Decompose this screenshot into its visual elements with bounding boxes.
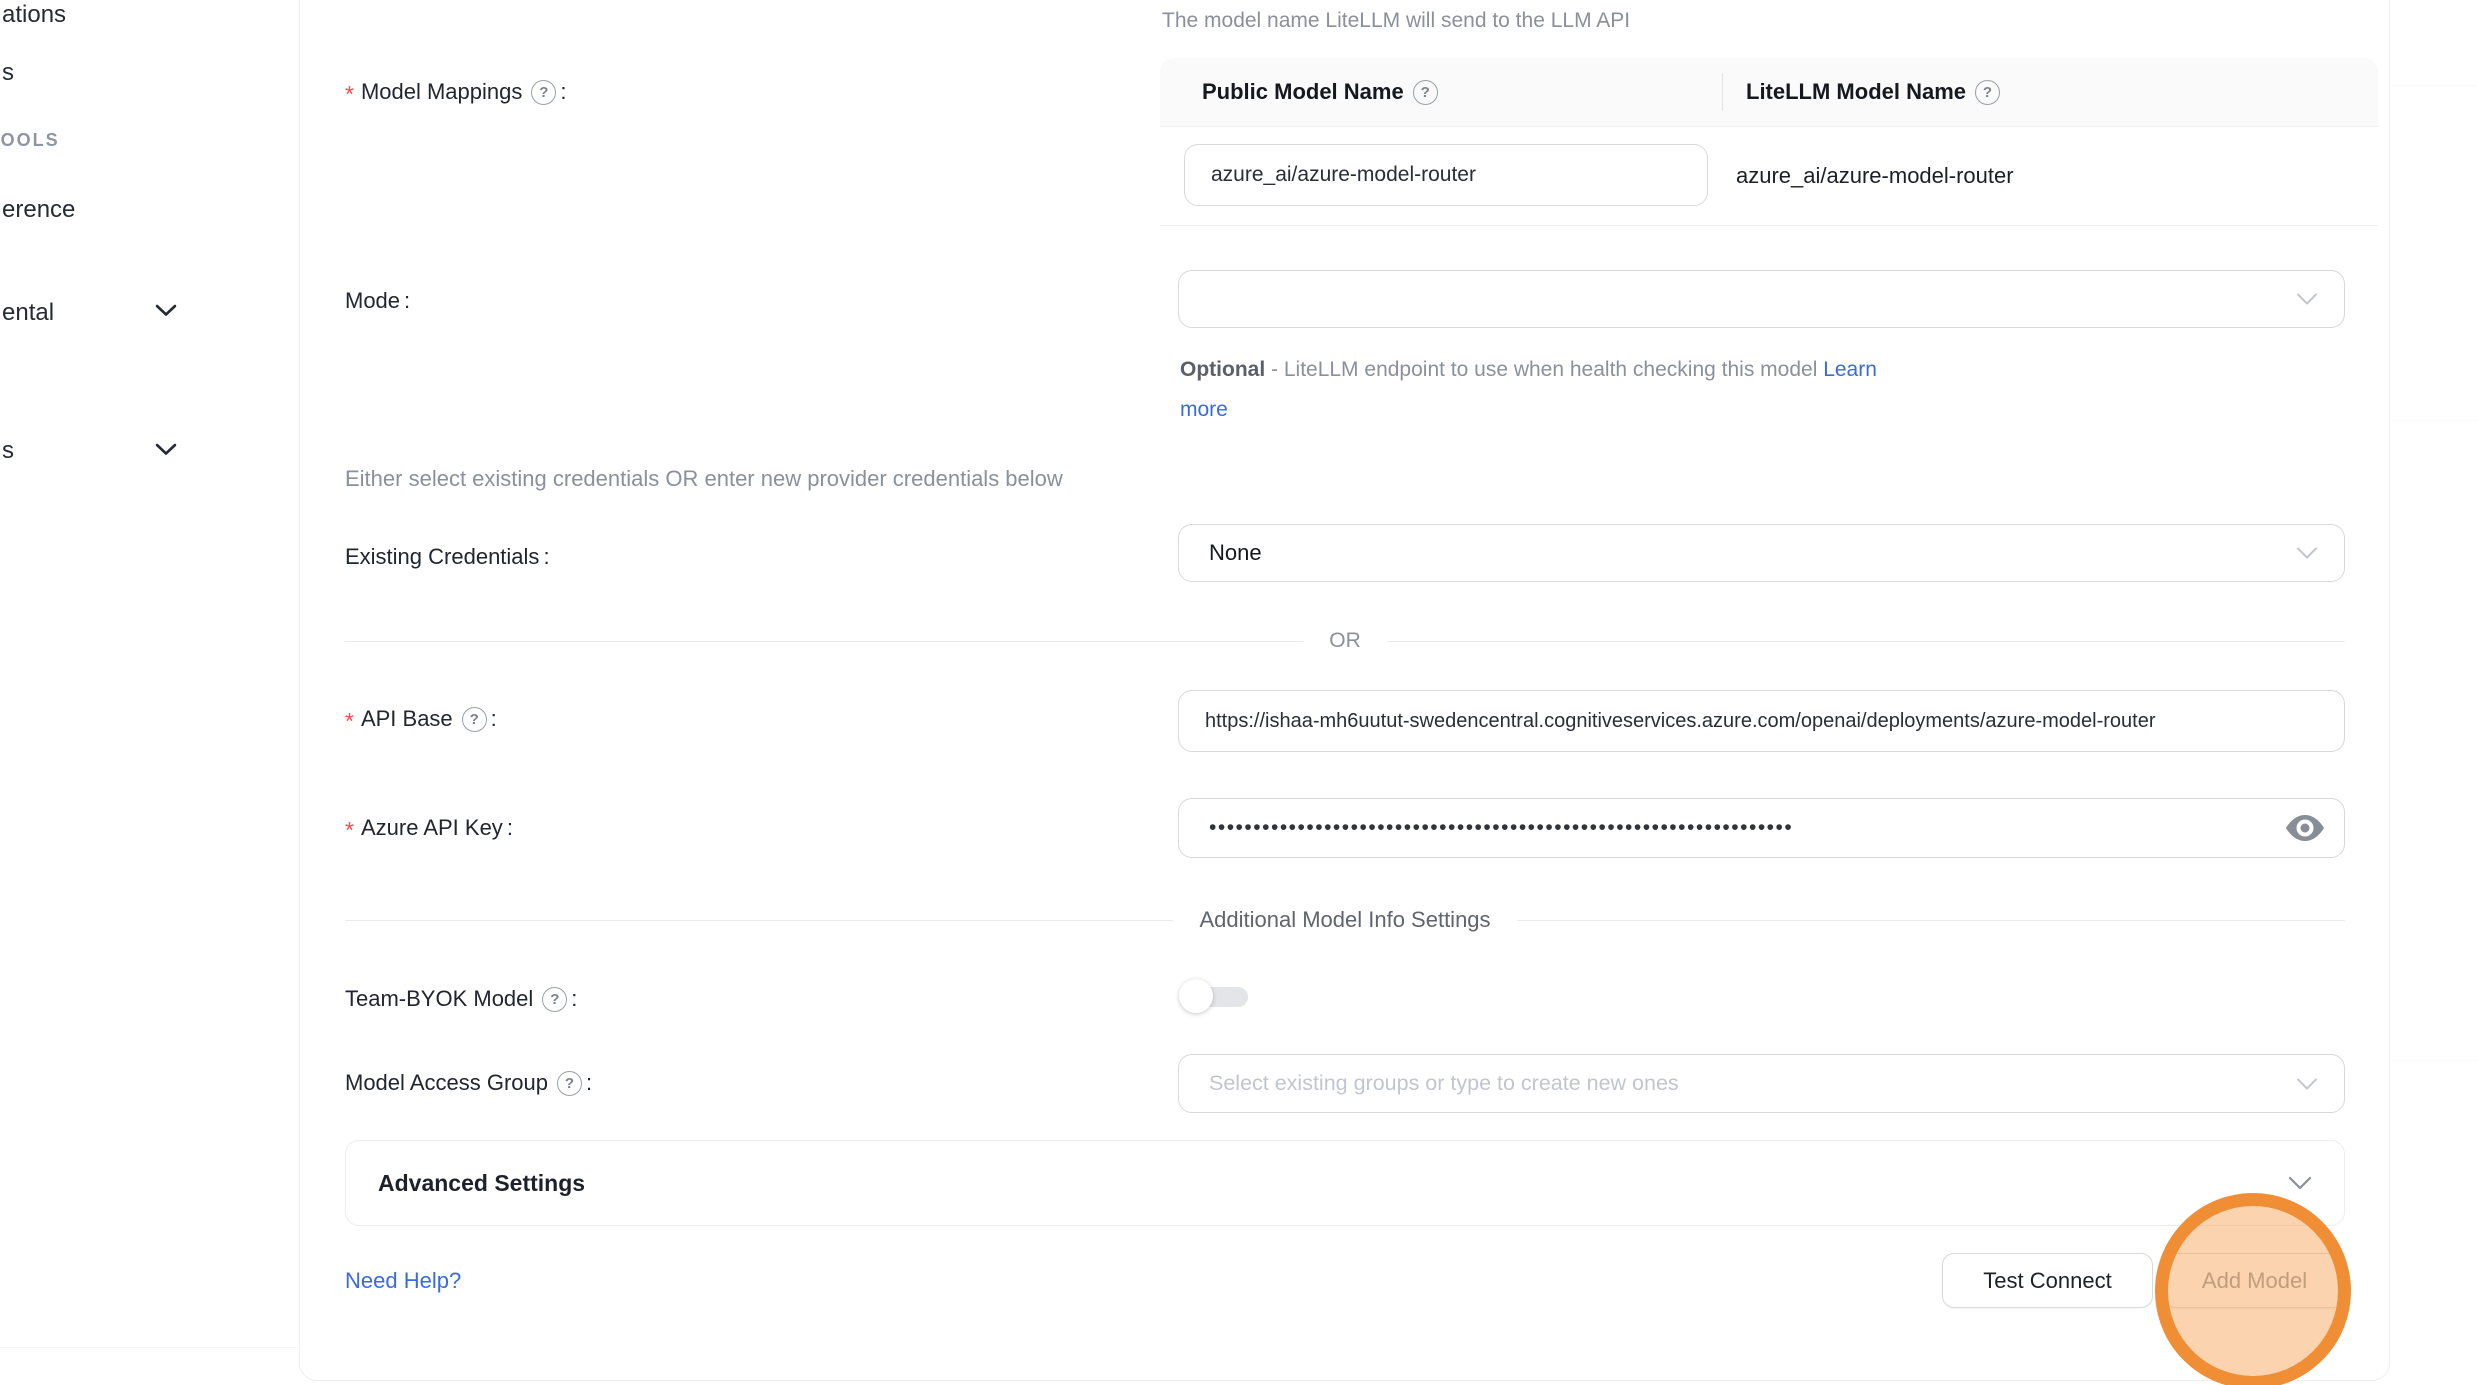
toggle-knob xyxy=(1179,979,1213,1013)
mode-help-bold: Optional xyxy=(1180,358,1265,381)
model-access-group-select[interactable]: Select existing groups or type to create… xyxy=(1178,1054,2345,1113)
help-question-icon[interactable]: ? xyxy=(1413,80,1438,105)
sidebar-section-tools: TOOLS xyxy=(0,128,60,152)
divider-line xyxy=(1387,641,2345,642)
divider-line xyxy=(345,920,1173,921)
sidebar-item-s[interactable]: s xyxy=(2,58,14,88)
model-mappings-table-row: azure_ai/azure-model-router azure_ai/azu… xyxy=(1160,127,2378,226)
help-question-icon[interactable]: ? xyxy=(462,707,487,732)
model-mappings-table-header: Public Model Name ? LiteLLM Model Name ? xyxy=(1160,58,2378,127)
help-question-icon[interactable]: ? xyxy=(1975,80,2000,105)
sidebar-item-s2[interactable]: s xyxy=(2,436,14,466)
mode-label: Mode : xyxy=(345,286,410,316)
column-header-litellm-model-name: LiteLLM Model Name ? xyxy=(1722,58,2378,126)
column-divider xyxy=(1722,73,1723,111)
advanced-settings-panel[interactable]: Advanced Settings xyxy=(345,1140,2345,1226)
sidebar-item-ental[interactable]: ental xyxy=(2,298,54,328)
required-asterisk: * xyxy=(345,710,354,733)
team-byok-toggle[interactable] xyxy=(1179,979,1251,1015)
litellm-model-name-value: azure_ai/azure-model-router xyxy=(1736,127,2014,225)
background-artifact-line xyxy=(2392,1060,2477,1061)
background-artifact-line xyxy=(2392,420,2477,421)
chevron-down-icon xyxy=(155,304,177,317)
public-model-name-input[interactable]: azure_ai/azure-model-router xyxy=(1184,144,1708,206)
divider-line xyxy=(1517,920,2345,921)
credentials-note: Either select existing credentials OR en… xyxy=(345,466,1063,492)
model-mappings-table: Public Model Name ? LiteLLM Model Name ?… xyxy=(1160,58,2378,226)
mode-select[interactable] xyxy=(1178,270,2345,328)
existing-credentials-value: None xyxy=(1209,540,1262,566)
eye-visibility-icon[interactable] xyxy=(2284,812,2326,844)
background-artifact-line xyxy=(0,1347,298,1348)
add-model-form-screen: ations s TOOLS erence ental s The model … xyxy=(0,0,2477,1385)
existing-credentials-label: Existing Credentials : xyxy=(345,542,550,572)
existing-credentials-select[interactable]: None xyxy=(1178,524,2345,582)
api-base-label: * API Base ? : xyxy=(345,704,497,734)
label-colon: : xyxy=(507,815,513,841)
help-question-icon[interactable]: ? xyxy=(542,987,567,1012)
background-artifact-line xyxy=(2392,85,2477,86)
api-base-label-text: API Base xyxy=(361,706,453,732)
learn-more-link[interactable]: more xyxy=(1180,398,1228,421)
chevron-down-icon xyxy=(2296,293,2318,306)
learn-more-link[interactable]: Learn xyxy=(1823,358,1877,381)
label-colon: : xyxy=(491,706,497,732)
help-question-icon[interactable]: ? xyxy=(531,80,556,105)
model-name-help-text: The model name LiteLLM will send to the … xyxy=(1162,9,1630,33)
model-mappings-label-text: Model Mappings xyxy=(361,79,522,105)
chevron-down-icon xyxy=(2296,1077,2318,1090)
required-asterisk: * xyxy=(345,83,354,106)
model-mappings-label: * Model Mappings ? : xyxy=(345,77,567,107)
label-colon: : xyxy=(543,544,549,570)
litellm-model-name-header-text: LiteLLM Model Name xyxy=(1746,79,1966,105)
azure-api-key-label: * Azure API Key : xyxy=(345,813,513,843)
or-divider-label: OR xyxy=(1303,629,1387,653)
label-colon: : xyxy=(404,288,410,314)
advanced-settings-title: Advanced Settings xyxy=(378,1170,585,1197)
need-help-link[interactable]: Need Help? xyxy=(345,1268,461,1294)
model-access-group-placeholder: Select existing groups or type to create… xyxy=(1209,1071,1679,1096)
chevron-down-icon xyxy=(2296,547,2318,560)
public-model-name-header-text: Public Model Name xyxy=(1202,79,1404,105)
divider-line xyxy=(345,641,1303,642)
sidebar-item-ations[interactable]: ations xyxy=(2,0,66,30)
existing-credentials-label-text: Existing Credentials xyxy=(345,544,539,570)
chevron-down-icon xyxy=(2288,1176,2312,1190)
mode-label-text: Mode xyxy=(345,288,400,314)
label-colon: : xyxy=(586,1070,592,1096)
api-base-input[interactable]: https://ishaa-mh6uutut-swedencentral.cog… xyxy=(1178,690,2345,752)
model-access-group-label: Model Access Group ? : xyxy=(345,1068,592,1098)
mode-help-text: Optional - LiteLLM endpoint to use when … xyxy=(1180,350,2040,430)
column-header-public-model-name: Public Model Name ? xyxy=(1160,58,1722,126)
mode-help-body: - LiteLLM endpoint to use when health ch… xyxy=(1271,358,1817,381)
label-colon: : xyxy=(571,986,577,1012)
add-model-button[interactable]: Add Model xyxy=(2164,1253,2345,1308)
team-byok-label-text: Team-BYOK Model xyxy=(345,986,533,1012)
azure-api-key-label-text: Azure API Key xyxy=(361,815,503,841)
model-access-group-label-text: Model Access Group xyxy=(345,1070,548,1096)
additional-info-divider: Additional Model Info Settings xyxy=(345,907,2345,933)
help-question-icon[interactable]: ? xyxy=(557,1071,582,1096)
chevron-down-icon xyxy=(155,443,177,456)
test-connect-button[interactable]: Test Connect xyxy=(1942,1253,2153,1308)
or-divider: OR xyxy=(345,630,2345,652)
required-asterisk: * xyxy=(345,819,354,842)
label-colon: : xyxy=(560,79,566,105)
team-byok-label: Team-BYOK Model ? : xyxy=(345,984,577,1014)
additional-info-divider-label: Additional Model Info Settings xyxy=(1173,907,1516,933)
sidebar-item-erence[interactable]: erence xyxy=(2,195,75,225)
azure-api-key-input[interactable]: ••••••••••••••••••••••••••••••••••••••••… xyxy=(1178,798,2345,858)
